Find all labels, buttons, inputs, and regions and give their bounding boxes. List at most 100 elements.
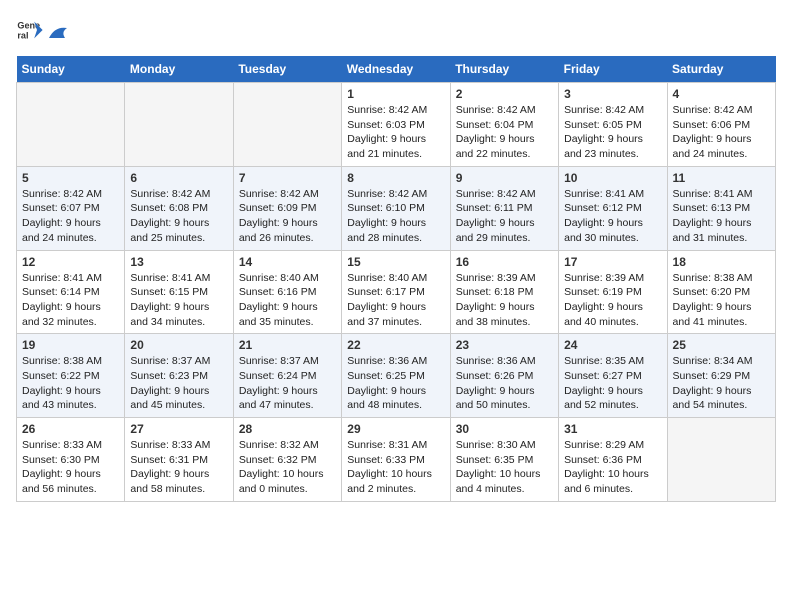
- day-info: Sunrise: 8:42 AM Sunset: 6:05 PM Dayligh…: [564, 103, 661, 162]
- day-info: Sunrise: 8:40 AM Sunset: 6:16 PM Dayligh…: [239, 271, 336, 330]
- day-cell: 27Sunrise: 8:33 AM Sunset: 6:31 PM Dayli…: [125, 418, 233, 502]
- day-info: Sunrise: 8:29 AM Sunset: 6:36 PM Dayligh…: [564, 438, 661, 497]
- day-number: 26: [22, 422, 119, 436]
- day-cell: 8 Sunrise: 8:42 AM Sunset: 6:10 PM Daylig…: [342, 166, 450, 250]
- day-info: Sunrise: 8:42 AM Sunset: 6:08 PM Dayligh…: [130, 187, 227, 246]
- calendar-body: 1 Sunrise: 8:42 AM Sunset: 6:03 PM Daylig…: [17, 83, 776, 502]
- day-info: Sunrise: 8:41 AM Sunset: 6:12 PM Dayligh…: [564, 187, 661, 246]
- day-info: Sunrise: 8:41 AM Sunset: 6:15 PM Dayligh…: [130, 271, 227, 330]
- day-number: 18: [673, 255, 770, 269]
- weekday-header-thursday: Thursday: [450, 56, 558, 83]
- day-cell: 1 Sunrise: 8:42 AM Sunset: 6:03 PM Daylig…: [342, 83, 450, 167]
- day-info: Sunrise: 8:41 AM Sunset: 6:13 PM Dayligh…: [673, 187, 770, 246]
- day-number: 23: [456, 338, 553, 352]
- day-cell: 4Sunrise: 8:42 AM Sunset: 6:06 PM Daylig…: [667, 83, 775, 167]
- day-info: Sunrise: 8:42 AM Sunset: 6:04 PM Dayligh…: [456, 103, 553, 162]
- day-info: Sunrise: 8:32 AM Sunset: 6:32 PM Dayligh…: [239, 438, 336, 497]
- day-cell: 9Sunrise: 8:42 AM Sunset: 6:11 PM Daylig…: [450, 166, 558, 250]
- day-number: 5: [22, 171, 119, 185]
- day-number: 9: [456, 171, 553, 185]
- day-cell: 6 Sunrise: 8:42 AM Sunset: 6:08 PM Daylig…: [125, 166, 233, 250]
- day-number: 28: [239, 422, 336, 436]
- logo-bird-icon: [47, 24, 69, 40]
- day-cell: 11 Sunrise: 8:41 AM Sunset: 6:13 PM Dayli…: [667, 166, 775, 250]
- day-info: Sunrise: 8:34 AM Sunset: 6:29 PM Dayligh…: [673, 354, 770, 413]
- day-cell: [125, 83, 233, 167]
- day-number: 27: [130, 422, 227, 436]
- day-number: 29: [347, 422, 444, 436]
- weekday-header-wednesday: Wednesday: [342, 56, 450, 83]
- day-cell: 19 Sunrise: 8:38 AM Sunset: 6:22 PM Dayli…: [17, 334, 125, 418]
- weekday-header-saturday: Saturday: [667, 56, 775, 83]
- day-number: 20: [130, 338, 227, 352]
- day-number: 25: [673, 338, 770, 352]
- day-number: 8: [347, 171, 444, 185]
- day-cell: 14 Sunrise: 8:40 AM Sunset: 6:16 PM Dayli…: [233, 250, 341, 334]
- day-number: 2: [456, 87, 553, 101]
- week-row-2: 5 Sunrise: 8:42 AM Sunset: 6:07 PM Daylig…: [17, 166, 776, 250]
- day-cell: [233, 83, 341, 167]
- logo: Gene ral: [16, 16, 70, 44]
- day-cell: 25 Sunrise: 8:34 AM Sunset: 6:29 PM Dayli…: [667, 334, 775, 418]
- day-info: Sunrise: 8:42 AM Sunset: 6:09 PM Dayligh…: [239, 187, 336, 246]
- weekday-header-friday: Friday: [559, 56, 667, 83]
- day-cell: 20 Sunrise: 8:37 AM Sunset: 6:23 PM Dayli…: [125, 334, 233, 418]
- day-info: Sunrise: 8:42 AM Sunset: 6:10 PM Dayligh…: [347, 187, 444, 246]
- weekday-header-sunday: Sunday: [17, 56, 125, 83]
- day-cell: [17, 83, 125, 167]
- day-number: 19: [22, 338, 119, 352]
- day-number: 14: [239, 255, 336, 269]
- day-number: 17: [564, 255, 661, 269]
- day-info: Sunrise: 8:38 AM Sunset: 6:22 PM Dayligh…: [22, 354, 119, 413]
- day-cell: 10Sunrise: 8:41 AM Sunset: 6:12 PM Dayli…: [559, 166, 667, 250]
- day-number: 13: [130, 255, 227, 269]
- day-info: Sunrise: 8:31 AM Sunset: 6:33 PM Dayligh…: [347, 438, 444, 497]
- day-cell: 3 Sunrise: 8:42 AM Sunset: 6:05 PM Daylig…: [559, 83, 667, 167]
- day-info: Sunrise: 8:37 AM Sunset: 6:24 PM Dayligh…: [239, 354, 336, 413]
- day-number: 31: [564, 422, 661, 436]
- day-cell: 12Sunrise: 8:41 AM Sunset: 6:14 PM Dayli…: [17, 250, 125, 334]
- svg-text:ral: ral: [17, 30, 28, 40]
- day-cell: 18 Sunrise: 8:38 AM Sunset: 6:20 PM Dayli…: [667, 250, 775, 334]
- day-number: 11: [673, 171, 770, 185]
- day-number: 16: [456, 255, 553, 269]
- day-info: Sunrise: 8:33 AM Sunset: 6:30 PM Dayligh…: [22, 438, 119, 497]
- weekday-header-row: SundayMondayTuesdayWednesdayThursdayFrid…: [17, 56, 776, 83]
- day-number: 6: [130, 171, 227, 185]
- day-cell: 2 Sunrise: 8:42 AM Sunset: 6:04 PM Daylig…: [450, 83, 558, 167]
- day-cell: 16Sunrise: 8:39 AM Sunset: 6:18 PM Dayli…: [450, 250, 558, 334]
- page-header: Gene ral: [16, 16, 776, 44]
- day-cell: 17 Sunrise: 8:39 AM Sunset: 6:19 PM Dayli…: [559, 250, 667, 334]
- day-number: 15: [347, 255, 444, 269]
- day-info: Sunrise: 8:38 AM Sunset: 6:20 PM Dayligh…: [673, 271, 770, 330]
- day-cell: 15 Sunrise: 8:40 AM Sunset: 6:17 PM Dayli…: [342, 250, 450, 334]
- day-info: Sunrise: 8:37 AM Sunset: 6:23 PM Dayligh…: [130, 354, 227, 413]
- week-row-3: 12Sunrise: 8:41 AM Sunset: 6:14 PM Dayli…: [17, 250, 776, 334]
- day-number: 4: [673, 87, 770, 101]
- day-info: Sunrise: 8:42 AM Sunset: 6:03 PM Dayligh…: [347, 103, 444, 162]
- day-cell: 21 Sunrise: 8:37 AM Sunset: 6:24 PM Dayli…: [233, 334, 341, 418]
- day-info: Sunrise: 8:35 AM Sunset: 6:27 PM Dayligh…: [564, 354, 661, 413]
- day-cell: 13 Sunrise: 8:41 AM Sunset: 6:15 PM Dayli…: [125, 250, 233, 334]
- week-row-4: 19 Sunrise: 8:38 AM Sunset: 6:22 PM Dayli…: [17, 334, 776, 418]
- day-info: Sunrise: 8:40 AM Sunset: 6:17 PM Dayligh…: [347, 271, 444, 330]
- day-cell: [667, 418, 775, 502]
- day-number: 22: [347, 338, 444, 352]
- day-cell: 28 Sunrise: 8:32 AM Sunset: 6:32 PM Dayli…: [233, 418, 341, 502]
- day-info: Sunrise: 8:36 AM Sunset: 6:25 PM Dayligh…: [347, 354, 444, 413]
- day-number: 21: [239, 338, 336, 352]
- day-cell: 30Sunrise: 8:30 AM Sunset: 6:35 PM Dayli…: [450, 418, 558, 502]
- logo-icon: Gene ral: [16, 16, 44, 44]
- day-number: 1: [347, 87, 444, 101]
- day-info: Sunrise: 8:30 AM Sunset: 6:35 PM Dayligh…: [456, 438, 553, 497]
- day-cell: 26 Sunrise: 8:33 AM Sunset: 6:30 PM Dayli…: [17, 418, 125, 502]
- day-info: Sunrise: 8:42 AM Sunset: 6:07 PM Dayligh…: [22, 187, 119, 246]
- weekday-header-tuesday: Tuesday: [233, 56, 341, 83]
- day-cell: 24Sunrise: 8:35 AM Sunset: 6:27 PM Dayli…: [559, 334, 667, 418]
- day-number: 7: [239, 171, 336, 185]
- week-row-5: 26 Sunrise: 8:33 AM Sunset: 6:30 PM Dayli…: [17, 418, 776, 502]
- day-info: Sunrise: 8:39 AM Sunset: 6:19 PM Dayligh…: [564, 271, 661, 330]
- day-number: 3: [564, 87, 661, 101]
- day-info: Sunrise: 8:36 AM Sunset: 6:26 PM Dayligh…: [456, 354, 553, 413]
- day-cell: 7 Sunrise: 8:42 AM Sunset: 6:09 PM Daylig…: [233, 166, 341, 250]
